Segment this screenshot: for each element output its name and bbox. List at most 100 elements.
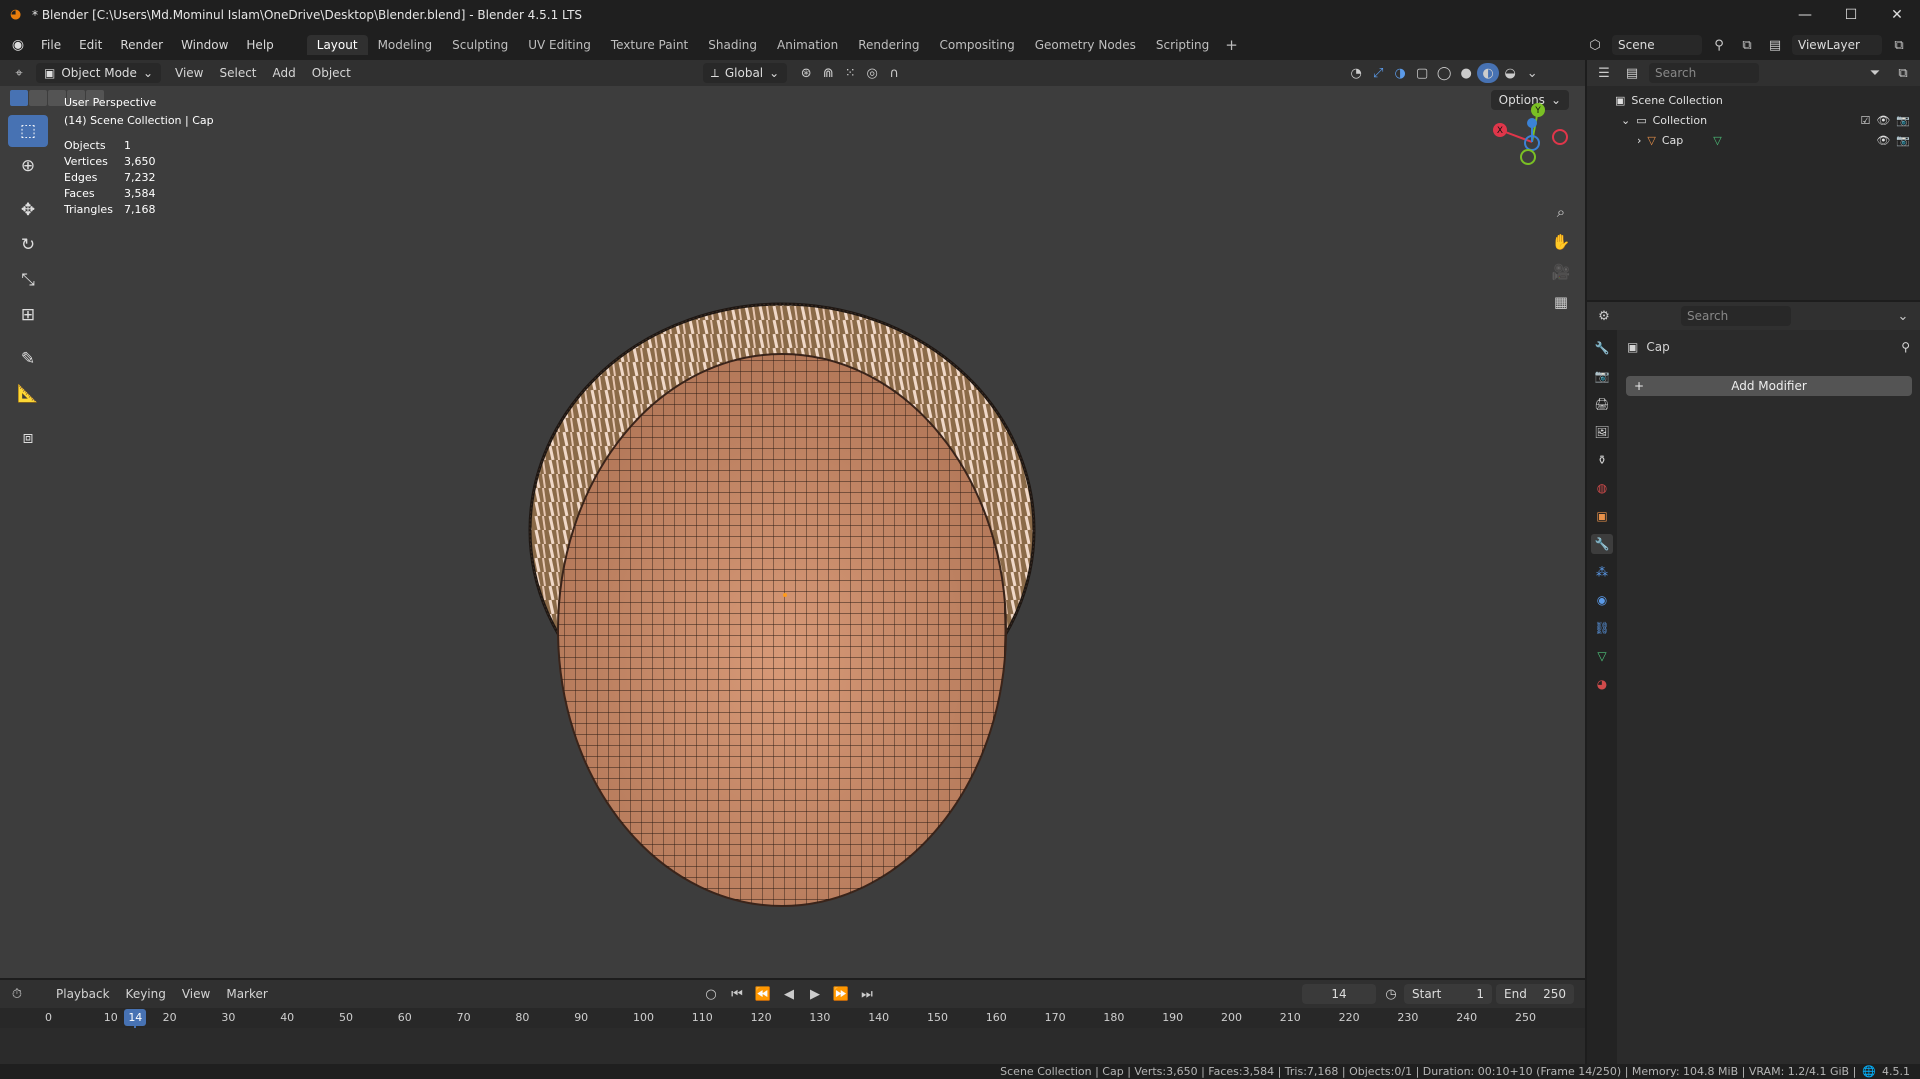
falloff-icon[interactable]: ∩ bbox=[883, 63, 905, 83]
menu-file[interactable]: File bbox=[32, 38, 70, 52]
shading-options-icon[interactable]: ⌄ bbox=[1521, 63, 1543, 83]
playhead-indicator[interactable]: 14 bbox=[124, 1009, 147, 1026]
visibility-icon[interactable]: ◔ bbox=[1345, 63, 1367, 83]
outliner-search-input[interactable]: Search bbox=[1649, 63, 1759, 83]
new-scene-icon[interactable]: ⧉ bbox=[1736, 35, 1758, 55]
camera-view-icon[interactable]: 🎥 bbox=[1548, 260, 1574, 284]
mesh-data-icon[interactable]: ▽ bbox=[1713, 134, 1721, 147]
end-frame-field[interactable]: End 250 bbox=[1496, 984, 1574, 1004]
new-collection-icon[interactable]: ⧉ bbox=[1892, 63, 1914, 83]
tool-tab-icon[interactable]: 🔧 bbox=[1591, 338, 1613, 358]
proportional-edit-icon[interactable]: ◎ bbox=[861, 63, 883, 83]
play-reverse-icon[interactable]: ◀ bbox=[778, 984, 800, 1004]
gizmo-neg-y-axis[interactable] bbox=[1520, 149, 1536, 165]
menu-edit[interactable]: Edit bbox=[70, 38, 111, 52]
auto-keying-icon[interactable]: ○ bbox=[700, 984, 722, 1004]
world-tab-icon[interactable]: ◍ bbox=[1591, 478, 1613, 498]
wireframe-shading-icon[interactable]: ◯ bbox=[1433, 63, 1455, 83]
output-tab-icon[interactable]: 🖨 bbox=[1591, 394, 1613, 414]
modifier-tab-icon[interactable]: 🔧 bbox=[1591, 534, 1613, 554]
move-tool-icon[interactable]: ✥ bbox=[8, 194, 48, 226]
menu-render[interactable]: Render bbox=[111, 38, 172, 52]
timeline-track[interactable] bbox=[0, 1028, 1585, 1064]
play-icon[interactable]: ▶ bbox=[804, 984, 826, 1004]
gizmo-neg-x-axis[interactable] bbox=[1552, 129, 1568, 145]
scene-tab-icon[interactable]: ⚱ bbox=[1591, 450, 1613, 470]
annotate-tool-icon[interactable]: ✎ bbox=[8, 343, 48, 375]
filter-icon[interactable]: ⏷ bbox=[1864, 63, 1886, 83]
close-button[interactable]: ✕ bbox=[1874, 0, 1920, 30]
solid-shading-icon[interactable]: ● bbox=[1455, 63, 1477, 83]
scene-icon[interactable]: ⬡ bbox=[1584, 35, 1606, 55]
checkbox-icon[interactable]: ☑ bbox=[1860, 114, 1870, 127]
menu-marker[interactable]: Marker bbox=[218, 987, 275, 1001]
pin-icon[interactable]: ⚲ bbox=[1901, 340, 1910, 354]
menu-object[interactable]: Object bbox=[304, 66, 359, 80]
properties-search-input[interactable]: Search bbox=[1681, 306, 1791, 326]
menu-help[interactable]: Help bbox=[237, 38, 282, 52]
select-box-tool-icon[interactable]: ⬚ bbox=[8, 115, 48, 147]
snap-target-icon[interactable]: ⁙ bbox=[839, 63, 861, 83]
view-layer-field[interactable]: ViewLayer bbox=[1792, 35, 1882, 55]
measure-tool-icon[interactable]: 📐 bbox=[8, 378, 48, 410]
tab-modeling[interactable]: Modeling bbox=[368, 35, 443, 55]
jump-start-icon[interactable]: ⏮ bbox=[726, 984, 748, 1004]
menu-select[interactable]: Select bbox=[211, 66, 264, 80]
outliner-editor-icon[interactable]: ☰ bbox=[1593, 63, 1615, 83]
add-modifier-button[interactable]: + Add Modifier bbox=[1626, 376, 1912, 396]
pan-hand-icon[interactable]: ✋ bbox=[1548, 230, 1574, 254]
chevron-down-icon[interactable]: ⌄ bbox=[1892, 306, 1914, 326]
new-view-layer-icon[interactable]: ⧉ bbox=[1888, 35, 1910, 55]
eye-icon[interactable]: 👁 bbox=[1876, 134, 1890, 147]
transform-tool-icon[interactable]: ⊞ bbox=[8, 299, 48, 331]
next-keyframe-icon[interactable]: ⏩ bbox=[830, 984, 852, 1004]
gizmo-toggle-icon[interactable]: ⤢ bbox=[1367, 63, 1389, 83]
jump-end-icon[interactable]: ⏭ bbox=[856, 984, 878, 1004]
select-extend-button[interactable] bbox=[29, 90, 47, 106]
blender-logo-icon[interactable]: ◉ bbox=[4, 37, 32, 53]
menu-add[interactable]: Add bbox=[265, 66, 304, 80]
snap-icon[interactable]: ⋒ bbox=[817, 63, 839, 83]
menu-keying[interactable]: Keying bbox=[118, 987, 174, 1001]
chevron-right-icon[interactable]: › bbox=[1637, 134, 1641, 147]
3d-viewport[interactable]: ⌖ ▣ Object Mode ⌄ View Select Add Object… bbox=[0, 60, 1585, 978]
properties-editor-icon[interactable]: ⚙ bbox=[1593, 306, 1615, 326]
select-new-button[interactable] bbox=[10, 90, 28, 106]
current-frame-field[interactable]: 14 bbox=[1302, 984, 1376, 1004]
tab-layout[interactable]: Layout bbox=[306, 35, 368, 55]
outliner-row-cap[interactable]: › ▽ Cap ▽ 👁 📷 bbox=[1587, 130, 1920, 150]
add-workspace-icon[interactable]: + bbox=[1219, 36, 1244, 54]
overlay-toggle-icon[interactable]: ◑ bbox=[1389, 63, 1411, 83]
rotate-tool-icon[interactable]: ↻ bbox=[8, 229, 48, 261]
view-layer-icon[interactable]: ▤ bbox=[1764, 35, 1786, 55]
outliner-row-collection[interactable]: ⌄ ▭ Collection ☑ 👁 📷 bbox=[1587, 110, 1920, 130]
menu-view[interactable]: View bbox=[174, 987, 218, 1001]
zoom-icon[interactable]: ⌕ bbox=[1548, 200, 1574, 224]
display-mode-icon[interactable]: ▤ bbox=[1621, 63, 1643, 83]
pin-icon[interactable]: ⚲ bbox=[1708, 35, 1730, 55]
tab-scripting[interactable]: Scripting bbox=[1146, 35, 1219, 55]
tab-geometry-nodes[interactable]: Geometry Nodes bbox=[1025, 35, 1146, 55]
menu-window[interactable]: Window bbox=[172, 38, 237, 52]
timeline-ruler[interactable]: 0 10 20 30 40 50 60 70 80 90 100 110 120 130 140 150 160… bbox=[0, 1008, 1585, 1062]
physics-tab-icon[interactable]: ◉ bbox=[1591, 590, 1613, 610]
cap-mesh[interactable] bbox=[520, 250, 1040, 920]
scene-field[interactable]: Scene bbox=[1612, 35, 1702, 55]
ortho-grid-icon[interactable]: ▦ bbox=[1548, 290, 1574, 314]
rendered-shading-icon[interactable]: ◒ bbox=[1499, 63, 1521, 83]
scale-tool-icon[interactable]: ⤡ bbox=[8, 264, 48, 296]
menu-view[interactable]: View bbox=[167, 66, 211, 80]
render-tab-icon[interactable]: 📷 bbox=[1591, 366, 1613, 386]
timeline-editor[interactable]: ⏱ Playback Keying View Marker ○ ⏮ ⏪ ◀ ▶ … bbox=[0, 980, 1585, 1064]
editor-type-icon[interactable]: ⌖ bbox=[8, 63, 30, 83]
tab-sculpting[interactable]: Sculpting bbox=[442, 35, 518, 55]
preview-range-icon[interactable]: ◷ bbox=[1380, 984, 1402, 1004]
timeline-editor-icon[interactable]: ⏱ bbox=[6, 984, 28, 1004]
eye-icon[interactable]: 👁 bbox=[1876, 114, 1890, 127]
material-tab-icon[interactable]: ◕ bbox=[1591, 674, 1613, 694]
data-tab-icon[interactable]: ▽ bbox=[1591, 646, 1613, 666]
particles-tab-icon[interactable]: ⁂ bbox=[1591, 562, 1613, 582]
material-shading-icon[interactable]: ◐ bbox=[1477, 63, 1500, 83]
minimize-button[interactable]: — bbox=[1782, 0, 1828, 30]
menu-playback[interactable]: Playback bbox=[48, 987, 118, 1001]
